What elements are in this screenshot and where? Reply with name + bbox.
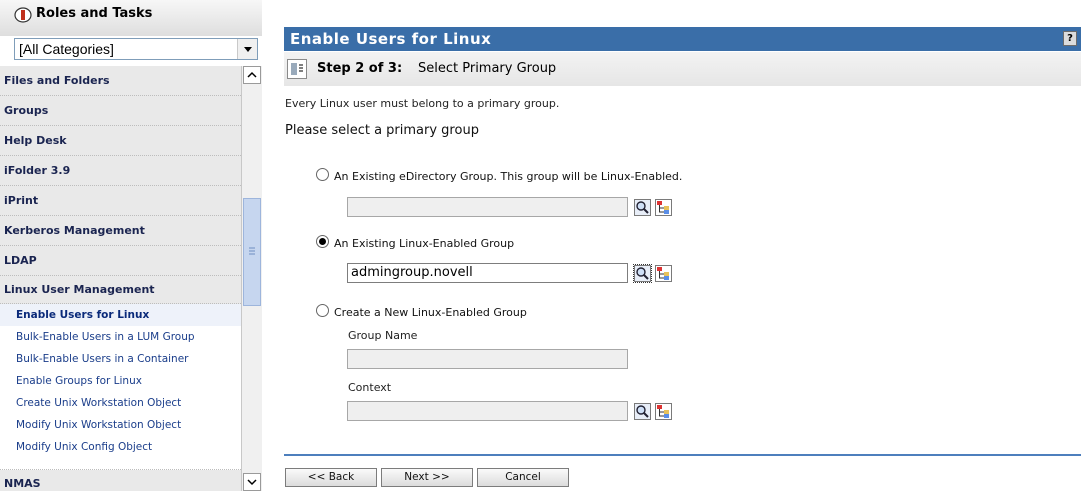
scroll-down-icon[interactable] (243, 473, 261, 491)
task-modify-unix-config[interactable]: Modify Unix Config Object (0, 436, 241, 458)
task-label: Create Unix Workstation Object (16, 397, 182, 409)
nav-item-label: Linux User Management (4, 283, 155, 296)
search-icon[interactable] (634, 199, 651, 216)
linux-user-management-tasks: Enable Users for Linux Bulk-Enable Users… (0, 304, 241, 470)
step-description: Select Primary Group (418, 61, 557, 76)
prompt-text: Please select a primary group (285, 123, 479, 138)
nav-item-label: Kerberos Management (4, 224, 145, 237)
cancel-button[interactable]: Cancel (477, 468, 569, 487)
sidebar-scrollbar[interactable] (241, 66, 262, 491)
object-browser-icon[interactable] (655, 403, 672, 420)
context-label: Context (348, 381, 392, 394)
task-label: Bulk-Enable Users in a LUM Group (16, 331, 195, 343)
intro-text: Every Linux user must belong to a primar… (285, 97, 560, 110)
task-enable-users-for-linux[interactable]: Enable Users for Linux (0, 304, 241, 326)
group-name-label: Group Name (348, 329, 418, 342)
nav-item-groups[interactable]: Groups (0, 96, 241, 126)
roles-and-tasks-header: Roles and Tasks (0, 0, 262, 36)
nav-item-label: Groups (4, 104, 49, 117)
task-label: Modify Unix Workstation Object (16, 419, 182, 431)
nav-item-nmas[interactable]: NMAS (0, 470, 241, 491)
context-field[interactable] (347, 401, 628, 421)
wizard-step-bar: Step 2 of 3: Select Primary Group (284, 52, 1081, 86)
nav-item-label: Files and Folders (4, 74, 110, 87)
roles-and-tasks-icon (14, 7, 32, 23)
next-button[interactable]: Next >> (381, 468, 473, 487)
task-list-divider (0, 458, 241, 470)
nav-item-ifolder[interactable]: iFolder 3.9 (0, 156, 241, 186)
group-name-field[interactable] (347, 349, 628, 369)
option-existing-linux-enabled-group-label: An Existing Linux-Enabled Group (334, 237, 515, 250)
wizard-step-icon (287, 59, 307, 79)
scrollbar-thumb[interactable] (243, 198, 261, 306)
task-label: Enable Users for Linux (16, 309, 150, 321)
nav-item-ldap[interactable]: LDAP (0, 246, 241, 276)
edirectory-group-field[interactable] (347, 197, 628, 217)
nav-item-label: NMAS (4, 476, 41, 490)
category-select-value: [All Categories] (19, 41, 114, 57)
nav-item-iprint[interactable]: iPrint (0, 186, 241, 216)
back-button[interactable]: << Back (285, 468, 377, 487)
task-bulk-enable-container[interactable]: Bulk-Enable Users in a Container (0, 348, 241, 370)
search-icon[interactable] (634, 403, 651, 420)
object-browser-icon[interactable] (655, 265, 672, 282)
search-icon[interactable] (633, 264, 652, 283)
chevron-down-icon[interactable] (237, 39, 257, 59)
nav-item-label: Help Desk (4, 134, 67, 147)
nav-item-help-desk[interactable]: Help Desk (0, 126, 241, 156)
page-banner: Enable Users for Linux ? (284, 27, 1081, 51)
roles-and-tasks-panel: Roles and Tasks [All Categories] Files a… (0, 0, 262, 491)
radio-existing-linux-enabled-group[interactable] (316, 235, 329, 248)
task-create-unix-workstation[interactable]: Create Unix Workstation Object (0, 392, 241, 414)
nav-item-linux-user-management[interactable]: Linux User Management (0, 276, 241, 304)
radio-create-new-linux-enabled-group[interactable] (316, 304, 329, 317)
task-modify-unix-workstation[interactable]: Modify Unix Workstation Object (0, 414, 241, 436)
footer-divider (284, 454, 1081, 456)
nav-item-label: iPrint (4, 194, 39, 207)
help-icon[interactable]: ? (1063, 31, 1077, 46)
option-existing-edirectory-group-label: An Existing eDirectory Group. This group… (334, 170, 683, 183)
scroll-up-icon[interactable] (243, 66, 261, 84)
roles-and-tasks-title: Roles and Tasks (36, 6, 153, 21)
category-select[interactable]: [All Categories] (14, 38, 258, 60)
task-tree: Files and Folders Groups Help Desk iFold… (0, 66, 241, 491)
page-title: Enable Users for Linux (290, 30, 492, 48)
nav-item-files-and-folders[interactable]: Files and Folders (0, 66, 241, 96)
nav-item-kerberos[interactable]: Kerberos Management (0, 216, 241, 246)
step-label: Step 2 of 3: (317, 61, 403, 76)
option-create-new-group-label: Create a New Linux-Enabled Group (334, 306, 527, 319)
nav-item-label: LDAP (4, 254, 37, 267)
nav-item-label: iFolder 3.9 (4, 164, 71, 177)
linux-enabled-group-field[interactable]: admingroup.novell (347, 263, 628, 283)
object-browser-icon[interactable] (655, 199, 672, 216)
task-label: Modify Unix Config Object (16, 441, 153, 453)
task-enable-groups-for-linux[interactable]: Enable Groups for Linux (0, 370, 241, 392)
task-bulk-enable-lum-group[interactable]: Bulk-Enable Users in a LUM Group (0, 326, 241, 348)
radio-existing-edirectory-group[interactable] (316, 168, 329, 181)
task-label: Enable Groups for Linux (16, 375, 142, 387)
task-label: Bulk-Enable Users in a Container (16, 353, 189, 365)
